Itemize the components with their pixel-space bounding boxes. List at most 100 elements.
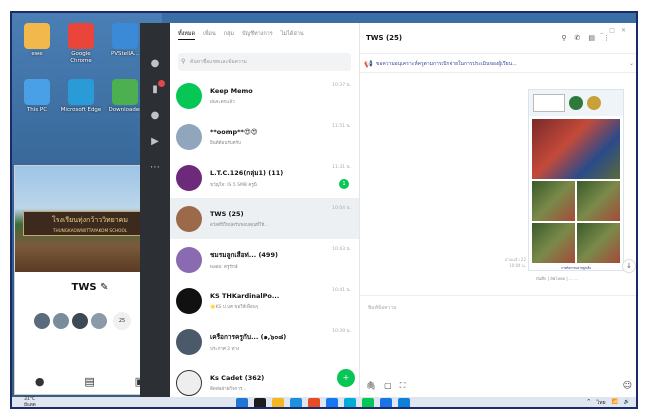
app-icon [112, 23, 138, 49]
chat-list-item[interactable]: ชมรมลูกเสือท่... (499) พลอย: ครูรักษ์ 10:4… [170, 239, 359, 280]
taskbar-app-icon[interactable] [290, 398, 302, 407]
tab-2[interactable]: กลุ่ม [224, 30, 234, 47]
chat-preview: ขวัญใจ: IS 5 SMB ครูนิ [210, 182, 257, 188]
message-input-area[interactable]: พิมพ์ข้อความ 🖇 ▢ ⛶ ☺ [360, 295, 636, 397]
system-tray: ^ ไทย 📶 🔊 [587, 399, 630, 407]
desktop-icon[interactable]: Microsoft Edge [60, 79, 102, 114]
chat-avatar [176, 287, 202, 314]
chat-name: Keep Memo [210, 86, 253, 95]
chat-name: Ks Cadet (362) [210, 373, 265, 382]
app-icon [68, 79, 94, 105]
header-actions: ⚲ ✆ ▤ ⋮ [561, 34, 610, 42]
chat-preview: พลอย: ครูรักษ์ [210, 264, 238, 270]
chat-list-item[interactable]: KS THKardinalPo... 🌟KS ป.บค ขอให้เพื่อนๆ 1… [170, 280, 359, 321]
crop-icon[interactable]: ⛶ [400, 381, 406, 391]
member-count: 25 [113, 312, 131, 330]
add-friend-icon[interactable]: ● [140, 103, 170, 129]
chats-icon[interactable]: ▮ [140, 77, 170, 103]
tray-item[interactable]: 📶 [612, 399, 618, 407]
taskbar-app-icon[interactable] [236, 398, 248, 407]
tab-1[interactable]: เพื่อน [203, 30, 216, 47]
taskbar-app-icon[interactable] [308, 398, 320, 407]
weather-widget[interactable]: 31°C มีแดด [24, 397, 36, 407]
chat-preview: ฝนจะตกแล้ว [210, 99, 235, 105]
chat-preview: ประกาศ 2 ทาง [210, 346, 240, 352]
announcement-text: ขอความอนุเคราะห์ครูตามการเบิกจ่ายในการปร… [376, 61, 517, 67]
school-sign-english: THUNGKAOWWITTAYAKOM SCHOOL [52, 228, 128, 233]
chat-icon[interactable]: ● [35, 375, 45, 388]
chat-preview: สวัสดีปีใหม่ครับขอบคุณที่ให้... [210, 222, 269, 228]
more-icon[interactable]: ⋯ [140, 155, 170, 181]
notes-icon[interactable]: ▤ [588, 34, 595, 42]
paperclip-icon[interactable]: 🖇 [366, 381, 376, 391]
chat-time: 10:43 น. [332, 247, 351, 252]
app-icon [68, 23, 94, 49]
school-sign: โรงเรียนทุ่งกว้าววิทยาคม THUNGKAOWWITTAY… [23, 211, 157, 236]
chat-room: _□✕ TWS (25) ⚲ ✆ ▤ ⋮ 📢 ขอความอนุเคราะห์ค… [360, 23, 636, 397]
taskbar-app-icon[interactable] [380, 398, 392, 407]
chevron-down-icon[interactable]: ⌄ [629, 54, 634, 74]
chat-list-item[interactable]: เครือการครูกับ... (๑,๖๐๘) ประกาศ 2 ทาง 10:… [170, 321, 359, 362]
search-placeholder: ค้นหาชื่อแชทและข้อความ [190, 59, 247, 65]
chat-list-item[interactable]: L.T.C.126(กลุ่ม1) (11) ขวัญใจ: IS 5 SMB ค… [170, 157, 359, 198]
desktop-icon-label: This PC [26, 107, 48, 113]
scout-logo [569, 96, 583, 110]
call-icon[interactable]: ✆ [575, 34, 581, 42]
line-app-window: ● ▮ ● ▶ ⋯ ทั้งหมด เพื่อน กลุ่ม บัญชีทางการ ไ… [140, 23, 636, 397]
chat-list: Keep Memo ฝนจะตกแล้ว 10:37 น. **oomp**😍😍 ยิน… [170, 75, 359, 403]
desktop-icon[interactable]: ewe [16, 23, 58, 58]
chat-list-item[interactable]: **oomp**😍😍 ยินดีต้อนรับครับ 11:51 น. [170, 116, 359, 157]
menu-icon[interactable]: ⋮ [603, 34, 610, 42]
tab-3[interactable]: บัญชีทางการ [242, 30, 273, 47]
note-icon[interactable]: ▢ [384, 381, 392, 391]
note-icon[interactable]: ▤ [84, 375, 94, 388]
tray-item[interactable]: ไทย [597, 399, 606, 407]
app-icon [112, 79, 138, 105]
member-avatars[interactable]: 25 [33, 312, 131, 330]
tray-item[interactable]: 🔊 [624, 399, 630, 407]
message-input[interactable]: พิมพ์ข้อความ [360, 296, 636, 320]
chat-name: เครือการครูกับ... (๑,๖๐๘) [210, 332, 287, 341]
taskbar-app-icon[interactable] [254, 398, 266, 407]
taskbar-app-icon[interactable] [272, 398, 284, 407]
message-image[interactable]: ภาพกิจกรรมค่ายลูกเสือ [528, 89, 624, 271]
chat-avatar [176, 205, 202, 232]
desktop-icon[interactable]: This PC [16, 79, 58, 114]
chat-avatar [176, 82, 202, 109]
chat-preview: ยินดีต้อนรับครับ [210, 140, 241, 146]
chat-list-panel: ทั้งหมด เพื่อน กลุ่ม บัญชีทางการ ไม่ได้อ่าน … [170, 23, 360, 397]
search-icon[interactable]: ⚲ [561, 34, 566, 42]
tab-4[interactable]: ไม่ได้อ่าน [281, 30, 304, 47]
activity-photo-row [532, 223, 620, 263]
tray-item[interactable]: ^ [587, 399, 591, 407]
chat-list-item[interactable]: TWS (25) สวัสดีปีใหม่ครับขอบคุณที่ให้... 1… [170, 198, 359, 239]
search-input[interactable]: ⚲ ค้นหาชื่อแชทและข้อความ [178, 53, 351, 71]
chat-name: KS THKardinalPo... [210, 291, 280, 300]
avatar [52, 312, 70, 330]
openchat-icon[interactable]: ▶ [140, 129, 170, 155]
taskbar-app-icon[interactable] [398, 398, 410, 407]
image-actions[interactable]: บันทึก | อัพโหลด | ... ... [536, 275, 578, 282]
taskbar-app-icon[interactable] [326, 398, 338, 407]
profile-icon[interactable]: ● [140, 51, 170, 77]
scroll-down-button[interactable]: ↓ [622, 259, 636, 273]
announcement-bar[interactable]: 📢 ขอความอนุเคราะห์ครูตามการเบิกจ่ายในการ… [360, 53, 636, 74]
chat-list-item[interactable]: Keep Memo ฝนจะตกแล้ว 10:37 น. [170, 75, 359, 116]
read-receipt: อ่านแล้ว 22 10:04 น. [504, 257, 526, 268]
search-icon: ⚲ [181, 58, 186, 65]
image-caption: ภาพกิจกรรมค่ายลูกเสือ [561, 266, 591, 270]
desktop-icon[interactable]: Google Chrome [60, 23, 102, 65]
taskbar-app-icon[interactable] [362, 398, 374, 407]
avatar [71, 312, 89, 330]
taskbar-app-icon[interactable] [344, 398, 356, 407]
chat-room-header: TWS (25) ⚲ ✆ ▤ ⋮ [360, 23, 636, 53]
taskbar: 31°C มีแดด ^ ไทย 📶 🔊 [12, 397, 636, 407]
tab-0[interactable]: ทั้งหมด [178, 30, 196, 40]
chat-time: 10:04 น. [332, 206, 351, 211]
emoji-icon[interactable]: ☺ [623, 381, 632, 391]
new-chat-button[interactable]: + [337, 369, 355, 387]
taskbar-apps [236, 398, 410, 407]
chat-room-title: TWS (25) [366, 34, 403, 42]
window-controls[interactable]: _□✕ [600, 27, 632, 34]
chat-name: L.T.C.126(กลุ่ม1) (11) [210, 168, 284, 177]
